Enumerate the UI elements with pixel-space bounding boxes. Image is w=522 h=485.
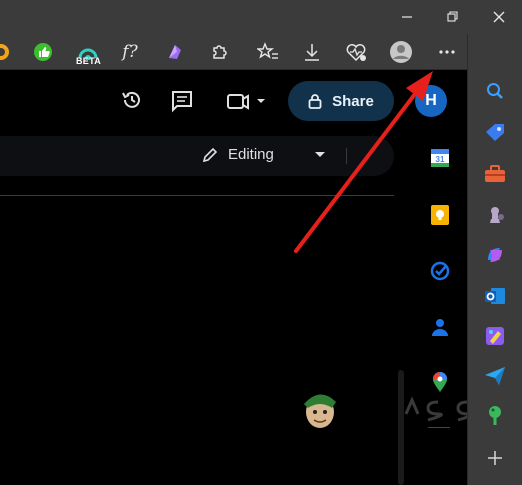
- edge-extension-icon[interactable]: [483, 403, 507, 427]
- annotation-arrow: [294, 71, 433, 253]
- designer-icon[interactable]: [483, 324, 507, 348]
- add-icon[interactable]: [483, 446, 507, 470]
- outlook-icon[interactable]: [483, 284, 507, 308]
- edge-sidebar: [467, 34, 522, 485]
- shopping-tag-icon[interactable]: [483, 120, 507, 144]
- games-icon[interactable]: [483, 202, 507, 226]
- browser-window: f? BETA Share H Editing 31: [0, 0, 522, 485]
- tools-icon[interactable]: [483, 162, 507, 186]
- copilot-icon[interactable]: [483, 243, 507, 267]
- search-icon[interactable]: [483, 79, 507, 103]
- send-icon[interactable]: [483, 364, 507, 388]
